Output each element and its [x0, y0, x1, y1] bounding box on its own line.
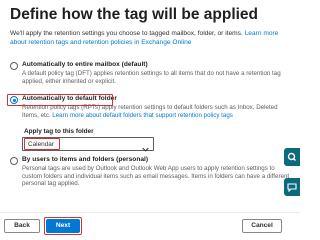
help-icon — [287, 152, 296, 161]
apply-tag-label: Apply tag to this folder — [24, 128, 94, 135]
option-default-folder-description: Retention policy tags (RPTs) apply reten… — [22, 104, 292, 119]
chat-side-button[interactable] — [284, 178, 300, 196]
page-title: Define how the tag will be applied — [10, 6, 259, 23]
option-personal-title: By users to items and folders (personal) — [22, 156, 149, 163]
chat-icon — [287, 183, 297, 192]
help-side-button[interactable] — [284, 148, 300, 166]
option-entire-mailbox-title: Automatically to entire mailbox (default… — [22, 61, 148, 68]
option-entire-mailbox-description: A default policy tag (DFT) applies reten… — [22, 70, 281, 85]
next-button-highlight — [44, 217, 82, 235]
cancel-button[interactable]: Cancel — [242, 219, 282, 233]
folder-value-highlight — [24, 138, 60, 150]
radio-entire-mailbox[interactable] — [10, 62, 18, 70]
intro-text: We'll apply the retention settings you c… — [10, 30, 294, 47]
intro-description: We'll apply the retention settings you c… — [10, 30, 243, 37]
option-personal-description: Personal tags are used by Outlook and Ou… — [22, 165, 290, 188]
footer-divider — [0, 212, 300, 213]
chevron-down-icon — [142, 140, 149, 152]
back-button[interactable]: Back — [4, 219, 40, 233]
radio-personal[interactable] — [10, 157, 18, 165]
default-folder-highlight — [7, 94, 113, 106]
learn-more-default-folders-link[interactable]: Learn more about default folders that su… — [52, 112, 233, 119]
